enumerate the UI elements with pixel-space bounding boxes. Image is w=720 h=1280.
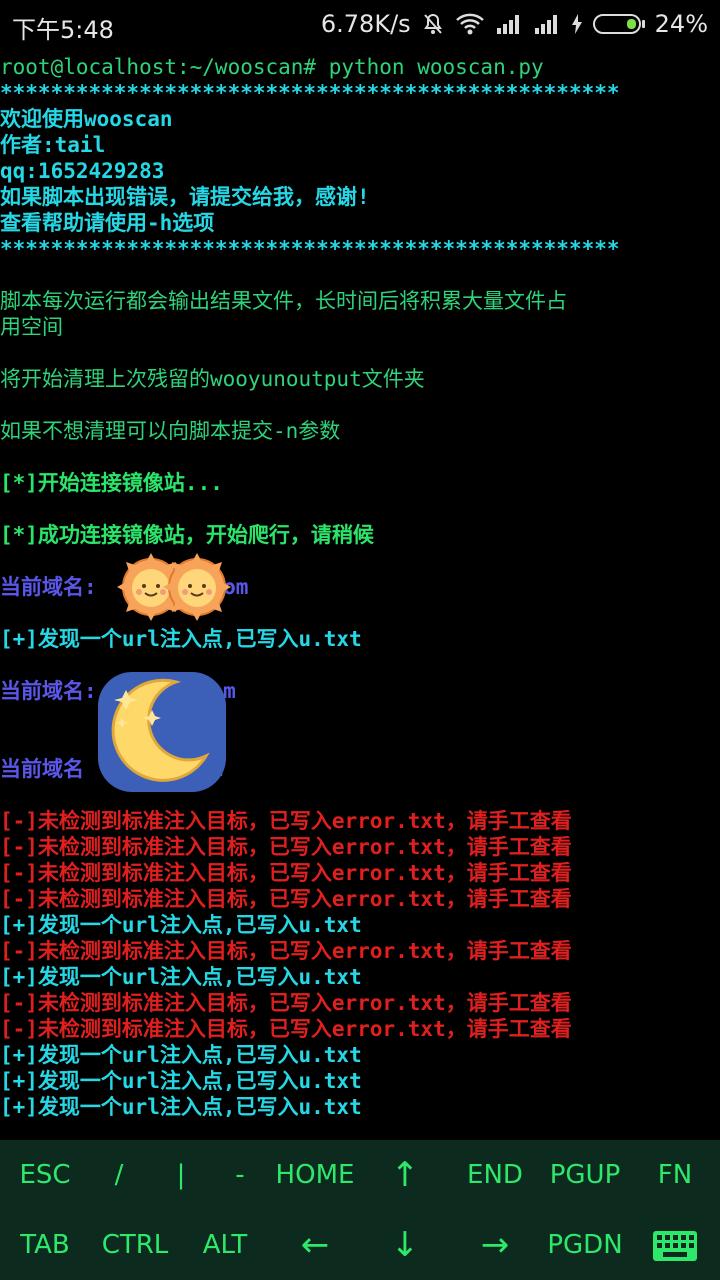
key-end[interactable]: END — [450, 1140, 540, 1210]
terminal-line: [+]发现一个url注入点,已写入u.txt — [0, 965, 362, 989]
terminal-line: [+]发现一个url注入点,已写入u.txt — [0, 1069, 362, 1093]
terminal-line: 如果脚本出现错误，请提交给我，感谢! — [0, 185, 370, 209]
terminal-line: 作者:tail — [0, 133, 106, 157]
terminal-output[interactable]: root@localhost:~/wooscan# python wooscan… — [0, 52, 720, 1140]
terminal-line: [*]成功连接镜像站，开始爬行，请稍候 — [0, 523, 374, 547]
terminal-line: 如果不想清理可以向脚本提交-n参数 — [0, 419, 341, 443]
key-ctrl[interactable]: CTRL — [90, 1210, 180, 1280]
terminal-line: [+]发现一个url注入点,已写入u.txt — [0, 1095, 362, 1119]
battery-icon — [592, 14, 645, 34]
terminal-line: 欢迎使用wooscan — [0, 107, 173, 131]
key-home[interactable]: HOME — [270, 1140, 360, 1210]
terminal-line: [-]未检测到标准注入目标，已写入error.txt，请手工查看 — [0, 809, 572, 833]
terminal-line: ****************************************… — [0, 237, 620, 261]
terminal-line: 用空间 — [0, 315, 63, 339]
terminal-line: [+]发现一个url注入点,已写入u.txt — [0, 1043, 362, 1067]
key-pgdn[interactable]: PGDN — [540, 1210, 630, 1280]
extra-keys-bar: ESC / | - HOME ↑ END PGUP FN TAB CTRL AL… — [0, 1140, 720, 1280]
keyboard-icon[interactable] — [630, 1210, 720, 1280]
battery-level: 24% — [654, 10, 708, 38]
charging-icon — [571, 13, 583, 35]
terminal-line: [+]发现一个url注入点,已写入u.txt — [0, 627, 362, 651]
moon-sticker-icon — [94, 668, 230, 800]
terminal-line: [+]发现一个url注入点,已写入u.txt — [0, 913, 362, 937]
key-up[interactable]: ↑ — [360, 1140, 450, 1210]
terminal-line: [-]未检测到标准注入目标，已写入error.txt，请手工查看 — [0, 835, 572, 859]
network-speed: 6.78K/s — [320, 10, 411, 38]
terminal-line: ****************************************… — [0, 81, 620, 105]
key-left[interactable]: ← — [270, 1210, 360, 1280]
wifi-icon — [455, 12, 485, 36]
terminal-line: root@localhost:~/wooscan# python wooscan… — [0, 55, 544, 79]
signal-icon — [495, 13, 523, 35]
terminal-line: 脚本每次运行都会输出结果文件，长时间后将积累大量文件占 — [0, 289, 567, 313]
terminal-line: [-]未检测到标准注入目标，已写入error.txt，请手工查看 — [0, 991, 572, 1015]
signal-icon — [533, 13, 561, 35]
terminal-line: [-]未检测到标准注入目标，已写入error.txt，请手工查看 — [0, 939, 572, 963]
mute-bell-icon — [421, 12, 445, 36]
terminal-line: 查看帮助请使用-h选项 — [0, 211, 215, 235]
terminal-line: [-]未检测到标准注入目标，已写入error.txt，请手工查看 — [0, 1017, 572, 1041]
terminal-line: qq:1652429283 — [0, 159, 165, 183]
terminal-line: [-]未检测到标准注入目标，已写入error.txt，请手工查看 — [0, 861, 572, 885]
key-pgup[interactable]: PGUP — [540, 1140, 630, 1210]
key-tab[interactable]: TAB — [0, 1210, 90, 1280]
key-right[interactable]: → — [450, 1210, 540, 1280]
status-bar: 下午5:48 6.78K/s 24% — [0, 0, 720, 50]
status-time: 下午5:48 — [12, 16, 114, 44]
key-fn[interactable]: FN — [630, 1140, 720, 1210]
key-alt[interactable]: ALT — [180, 1210, 270, 1280]
terminal-line: [*]开始连接镜像站... — [0, 471, 223, 495]
terminal-line: 将开始清理上次残留的wooyunoutput文件夹 — [0, 367, 425, 391]
key-down[interactable]: ↓ — [360, 1210, 450, 1280]
sun-sticker-icon — [162, 552, 232, 626]
terminal-line: [-]未检测到标准注入目标，已写入error.txt，请手工查看 — [0, 887, 572, 911]
